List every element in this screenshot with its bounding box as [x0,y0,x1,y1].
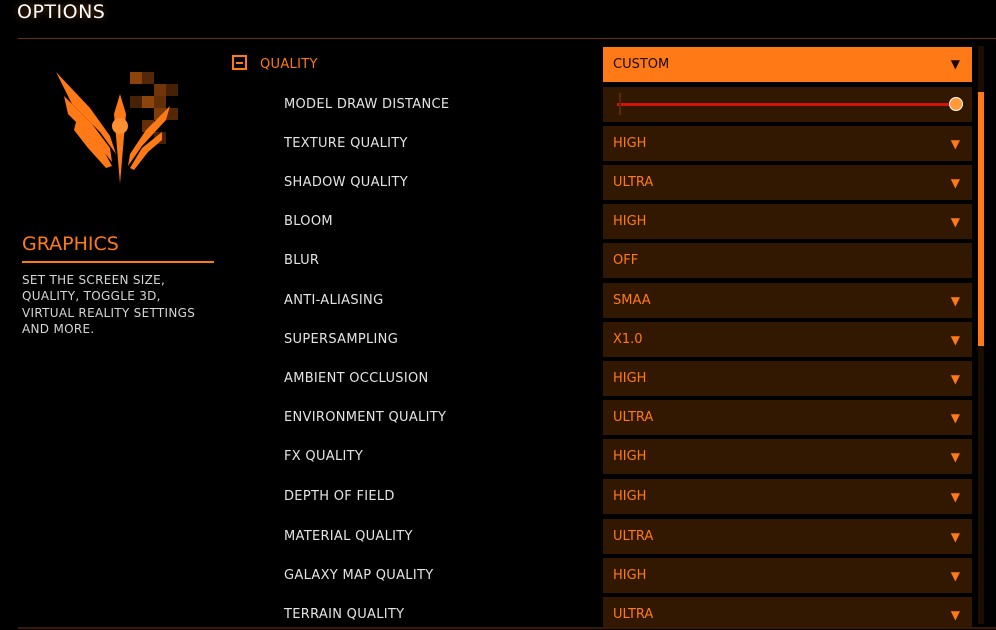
dropdown-arrow-icon: ▼ [950,490,960,504]
setting-label-blur: BLUR [284,253,320,268]
model-draw-distance-slider[interactable] [603,87,972,122]
dropdown-arrow-icon: ▼ [950,137,960,151]
scrollbar-thumb[interactable] [978,92,984,346]
setting-label-depth-of-field: DEPTH OF FIELD [284,489,395,504]
quality-label: QUALITY [260,57,318,72]
anti-aliasing-dropdown[interactable]: SMAA ▼ [603,283,972,318]
fx-quality-dropdown[interactable]: HIGH ▼ [603,439,972,474]
bloom-dropdown[interactable]: HIGH ▼ [603,204,972,239]
setting-label-supersampling: SUPERSAMPLING [284,332,399,347]
supersampling-dropdown[interactable]: X1.0 ▼ [603,322,972,357]
environment-quality-dropdown[interactable]: ULTRA ▼ [603,400,972,435]
setting-label-ambient-occlusion: AMBIENT OCCLUSION [284,371,429,386]
setting-label-terrain-quality: TERRAIN QUALITY [284,607,405,622]
dropdown-arrow-icon: ▼ [950,372,960,386]
setting-label-material-quality: MATERIAL QUALITY [284,529,413,544]
blur-toggle[interactable]: OFF [603,243,972,278]
dropdown-arrow-icon: ▼ [950,569,960,583]
dropdown-arrow-icon: ▼ [950,294,960,308]
dropdown-arrow-icon: ▼ [950,450,960,464]
dropdown-arrow-icon: ▼ [950,411,960,425]
quality-preset-dropdown[interactable]: CUSTOM ▼ [603,47,972,82]
section-title: GRAPHICS [22,233,214,263]
slider-knob[interactable] [949,97,963,111]
dropdown-value: HIGH [613,489,647,504]
dropdown-arrow-icon: ▼ [950,608,960,622]
dropdown-value: SMAA [613,293,651,308]
dropdown-value: HIGH [613,449,647,464]
terrain-quality-dropdown[interactable]: ULTRA ▼ [603,597,972,627]
material-quality-dropdown[interactable]: ULTRA ▼ [603,519,972,554]
shadow-quality-dropdown[interactable]: ULTRA ▼ [603,165,972,200]
dropdown-value: ULTRA [613,607,654,622]
depth-of-field-dropdown[interactable]: HIGH ▼ [603,479,972,514]
setting-label-anti-aliasing: ANTI-ALIASING [284,293,384,308]
ambient-occlusion-dropdown[interactable]: HIGH ▼ [603,361,972,396]
dropdown-value: ULTRA [613,175,654,190]
dropdown-arrow-icon: ▼ [950,57,960,71]
setting-label-environment-quality: ENVIRONMENT QUALITY [284,410,447,425]
texture-quality-dropdown[interactable]: HIGH ▼ [603,126,972,161]
galaxy-map-quality-dropdown[interactable]: HIGH ▼ [603,558,972,593]
header-divider [18,38,996,39]
dropdown-arrow-icon: ▼ [950,215,960,229]
dropdown-arrow-icon: ▼ [950,333,960,347]
slider-track [617,103,956,106]
dropdown-value: HIGH [613,568,647,583]
dropdown-value: ULTRA [613,529,654,544]
setting-label-texture-quality: TEXTURE QUALITY [284,136,408,151]
page-title: OPTIONS [17,1,106,23]
slider-tick [619,93,621,115]
setting-label-shadow-quality: SHADOW QUALITY [284,175,408,190]
section-description: SET THE SCREEN SIZE, QUALITY, TOGGLE 3D,… [22,273,196,336]
dropdown-value: HIGH [613,136,647,151]
elite-dangerous-logo-icon [56,72,178,184]
dropdown-arrow-icon: ▼ [950,530,960,544]
quality-preset-value: CUSTOM [613,57,670,72]
dropdown-value: ULTRA [613,410,654,425]
footer-divider [18,627,996,629]
setting-label-model-draw-distance: MODEL DRAW DISTANCE [284,97,450,112]
collapse-minus-icon[interactable] [232,55,247,70]
dropdown-value: HIGH [613,214,647,229]
dropdown-arrow-icon: ▼ [950,176,960,190]
setting-label-galaxy-map-quality: GALAXY MAP QUALITY [284,568,434,583]
dropdown-value: HIGH [613,371,647,386]
setting-label-bloom: BLOOM [284,214,333,229]
setting-label-fx-quality: FX QUALITY [284,449,364,464]
scrollbar[interactable] [978,46,984,624]
toggle-value: OFF [613,253,639,268]
dropdown-value: X1.0 [613,332,643,347]
